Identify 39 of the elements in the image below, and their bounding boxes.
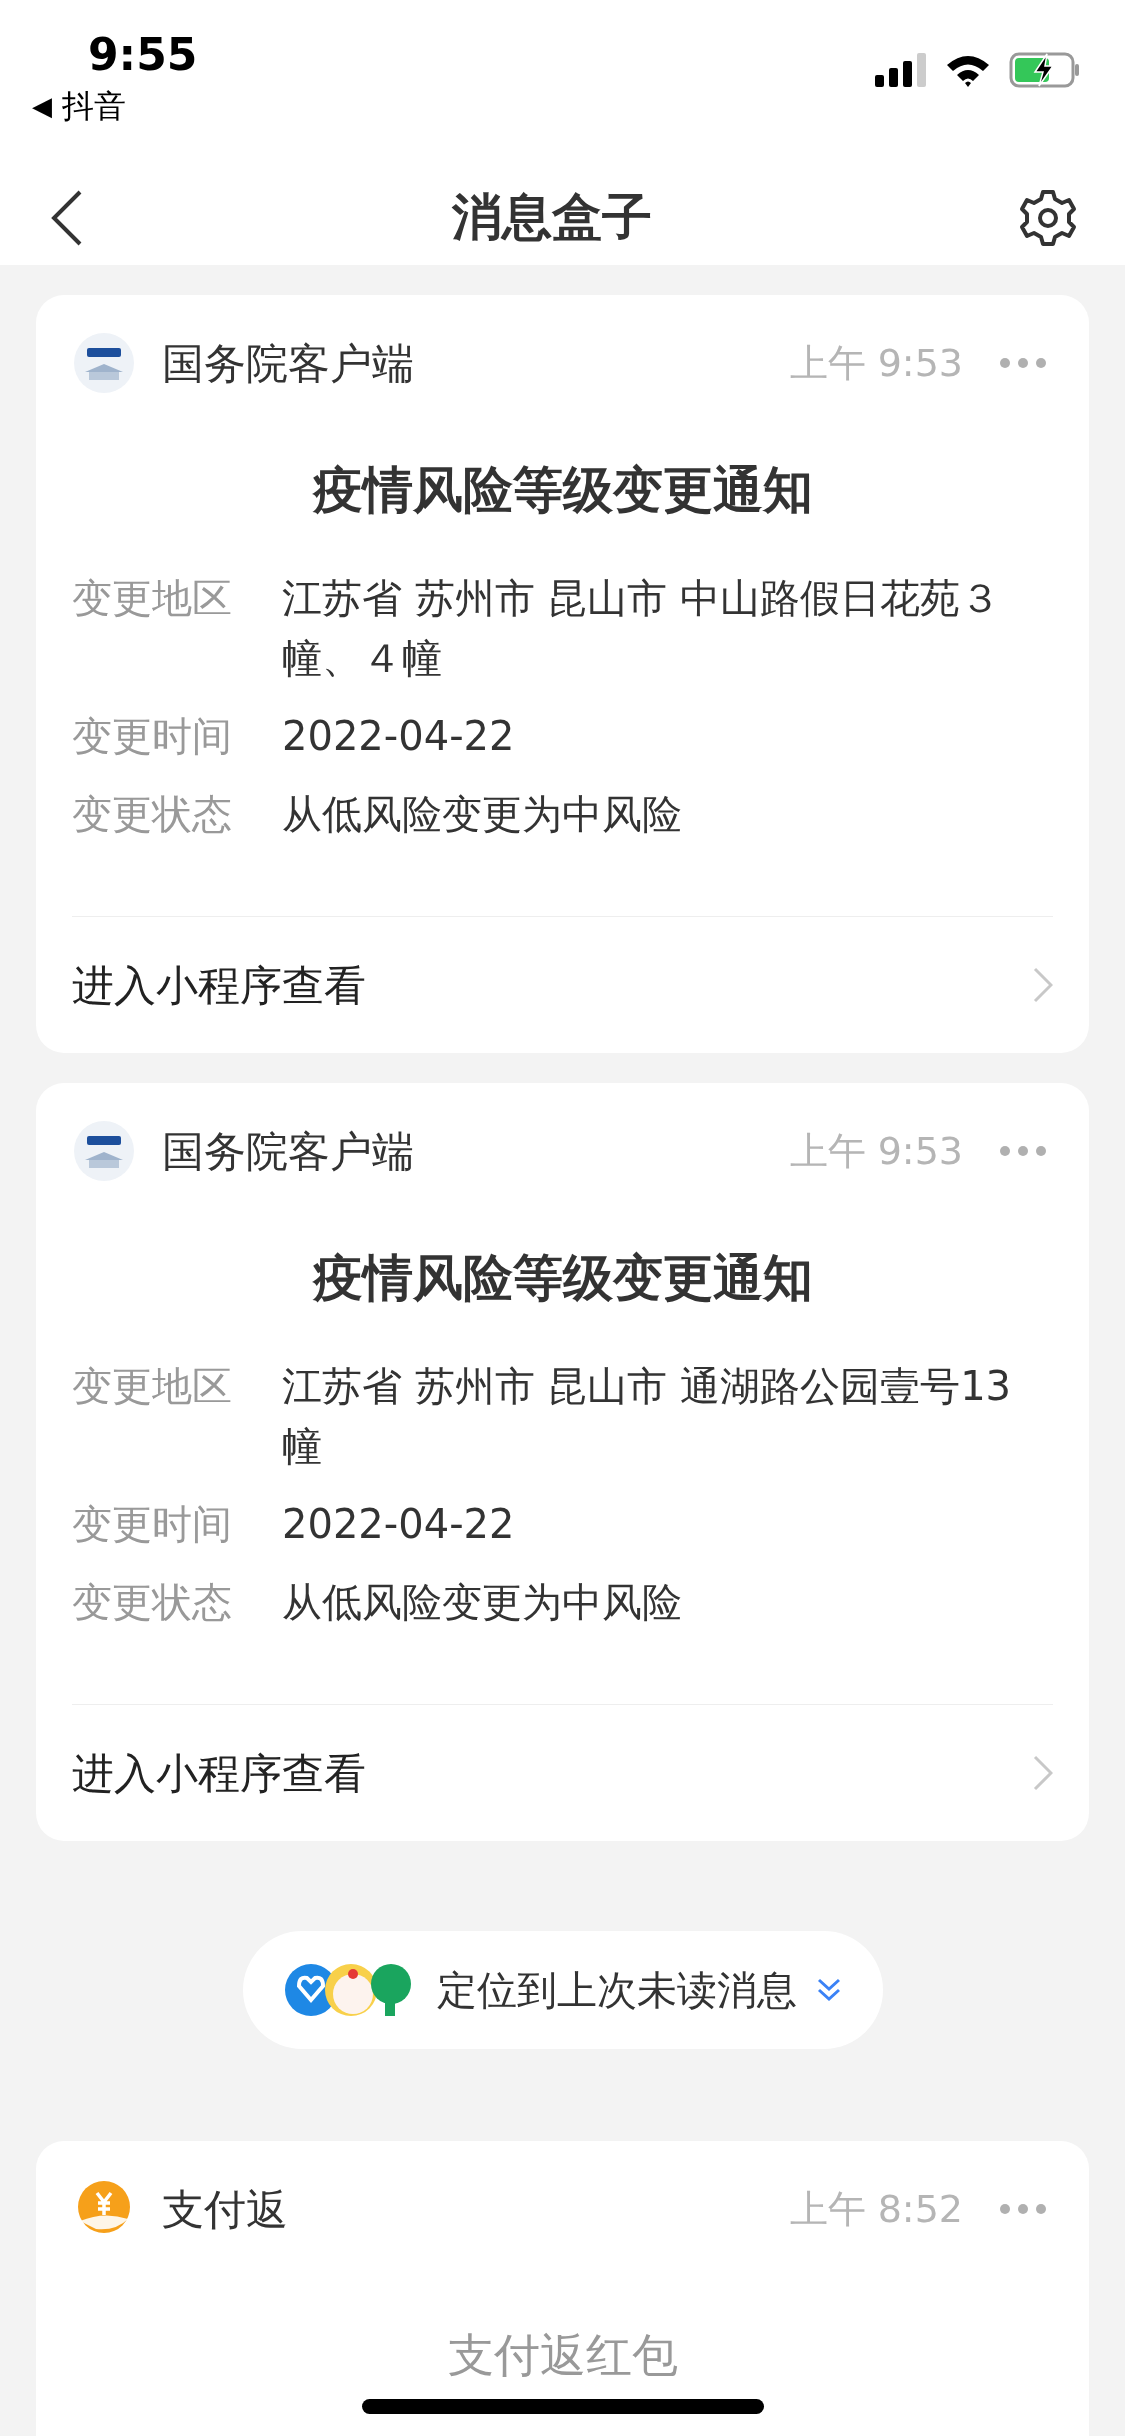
notice-title: 疫情风险等级变更通知 <box>311 460 814 521</box>
wifi-icon <box>945 53 991 87</box>
more-icon[interactable] <box>999 1145 1047 1157</box>
mini-program-link[interactable]: 进入小程序查看 <box>72 1705 1053 1841</box>
message-time: 上午 8:52 <box>789 2185 963 2233</box>
jump-to-unread-button[interactable]: 定位到上次未读消息 <box>242 1931 883 2049</box>
chevron-right-icon <box>1033 967 1053 1003</box>
app-logo-icon <box>73 332 135 394</box>
settings-icon[interactable] <box>1019 188 1077 247</box>
status-time: 9:55 <box>88 28 198 82</box>
back-to-app-label[interactable]: 抖音 <box>62 82 126 130</box>
sender-name: 国务院客户端 <box>162 1125 414 1178</box>
field-label: 变更状态 <box>72 1578 233 1627</box>
back-to-app-arrow[interactable]: ◀ <box>32 86 52 126</box>
field-value: 2022-04-22 <box>282 712 516 761</box>
chevron-right-icon <box>1033 1755 1053 1791</box>
field-value: 江苏省 苏州市 昆山市 中山路假日花苑３幢、４幢 <box>282 574 1002 683</box>
field-label: 变更时间 <box>72 712 233 761</box>
field-label: 变更时间 <box>72 1500 233 1549</box>
sender-name: 国务院客户端 <box>162 337 414 390</box>
battery-charging-icon <box>1009 52 1081 88</box>
message-time: 上午 9:53 <box>789 339 963 387</box>
message-time: 上午 9:53 <box>789 1127 963 1175</box>
field-value: 从低风险变更为中风险 <box>282 790 683 839</box>
field-label: 变更地区 <box>72 574 233 623</box>
app-logo-icon <box>73 1120 135 1182</box>
page-title: 消息盒子 <box>450 187 653 248</box>
field-label: 变更地区 <box>72 1362 233 1411</box>
field-value: 从低风险变更为中风险 <box>282 1578 683 1627</box>
field-value: 2022-04-22 <box>282 1500 516 1549</box>
field-value: 江苏省 苏州市 昆山市 通湖路公园壹号13幢 <box>282 1362 1013 1471</box>
sender-name: 支付返 <box>162 2183 288 2236</box>
notice-title: 疫情风险等级变更通知 <box>311 1248 814 1309</box>
more-icon[interactable] <box>999 357 1047 369</box>
mini-program-link[interactable]: 进入小程序查看 <box>72 917 1053 1053</box>
notice-title: 支付返红包 <box>446 2327 679 2384</box>
field-label: 变更状态 <box>72 790 233 839</box>
more-icon[interactable] <box>999 2203 1047 2215</box>
signal-icon <box>875 53 927 87</box>
